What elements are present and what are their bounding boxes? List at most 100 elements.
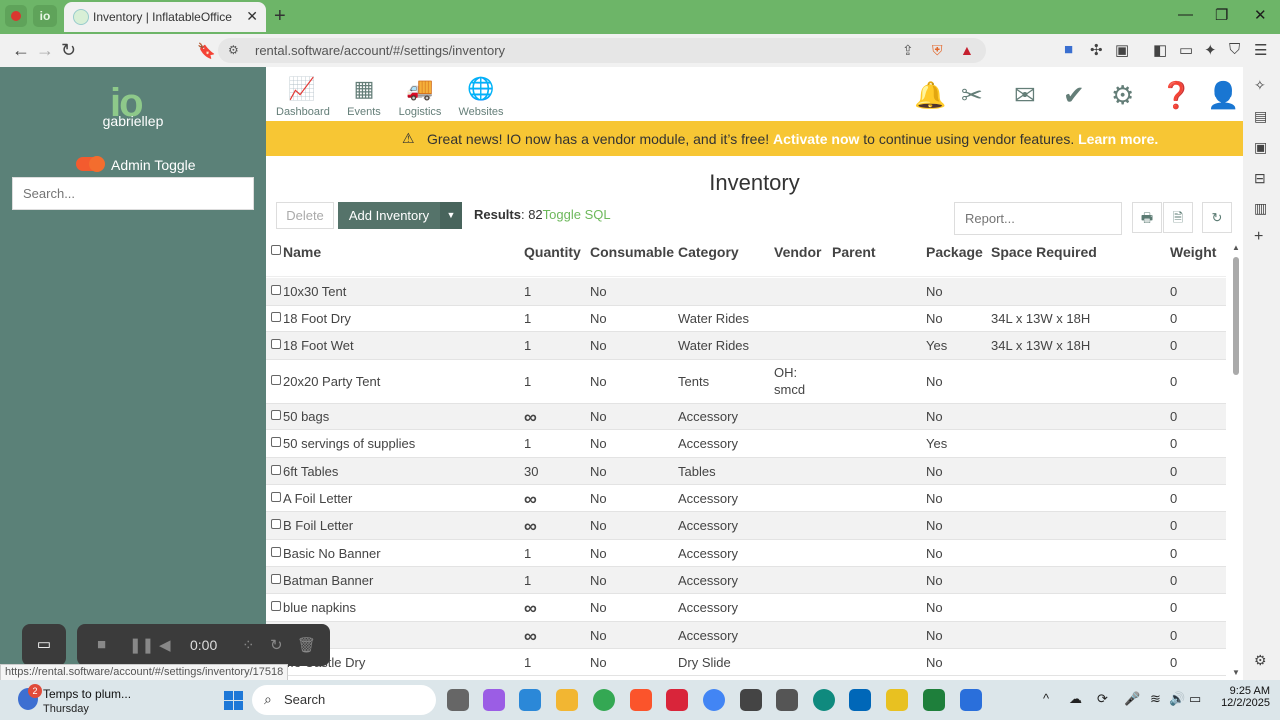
col-parent[interactable]: Parent bbox=[832, 244, 876, 260]
col-package[interactable]: Package bbox=[926, 244, 983, 260]
cell-name[interactable]: blue napkins bbox=[283, 600, 356, 615]
tasks-check-icon[interactable]: ✔ bbox=[1063, 80, 1085, 111]
add-inventory-dropdown-icon[interactable]: ▼ bbox=[440, 202, 462, 229]
wifi-icon[interactable]: ≋ bbox=[1150, 691, 1161, 707]
table-row[interactable]: B Foil Letter ∞ No Accessory No 0 bbox=[266, 512, 1226, 540]
col-quantity[interactable]: Quantity bbox=[524, 244, 581, 260]
col-weight[interactable]: Weight bbox=[1170, 244, 1216, 260]
notifications-bell-icon[interactable]: 🔔 bbox=[914, 80, 946, 111]
cell-name[interactable]: 6ft Tables bbox=[283, 464, 338, 479]
row-checkbox[interactable] bbox=[271, 437, 281, 447]
rewind-icon[interactable]: ◀ bbox=[159, 636, 171, 654]
copilot-icon[interactable] bbox=[483, 689, 505, 711]
mail-icon[interactable]: ✉ bbox=[1014, 80, 1036, 111]
col-space-required[interactable]: Space Required bbox=[991, 244, 1097, 260]
scroll-up-icon[interactable]: ▲ bbox=[1232, 243, 1240, 252]
sidebar-toggle-icon[interactable]: ◧ bbox=[1153, 41, 1167, 59]
reload-icon[interactable]: ↻ bbox=[61, 40, 76, 61]
report-input[interactable] bbox=[954, 202, 1122, 235]
wallet-icon[interactable]: ▭ bbox=[1179, 41, 1193, 59]
wallet-panel-icon[interactable]: ▣ bbox=[1254, 139, 1267, 156]
snipping-icon[interactable] bbox=[740, 689, 762, 711]
add-inventory-button[interactable]: Add Inventory bbox=[338, 202, 440, 229]
restart-icon[interactable]: ↻ bbox=[270, 636, 283, 654]
nav-dashboard[interactable]: 📈 Dashboard bbox=[276, 77, 330, 119]
cell-name[interactable]: 20x20 Party Tent bbox=[283, 374, 380, 389]
bookmark-icon[interactable]: 🔖 bbox=[197, 42, 216, 60]
table-row[interactable]: Batman Banner 1 No Accessory No 0 bbox=[266, 567, 1226, 594]
table-row[interactable]: 6ft Tables 30 No Tables No 0 bbox=[266, 458, 1226, 485]
history-panel-icon[interactable]: ▥ bbox=[1254, 200, 1267, 217]
cell-name[interactable]: Basic No Banner bbox=[283, 546, 381, 561]
row-checkbox[interactable] bbox=[271, 285, 281, 295]
sidebar-search-input[interactable] bbox=[12, 177, 254, 210]
back-icon[interactable]: ← bbox=[12, 40, 30, 61]
edge-icon[interactable] bbox=[813, 689, 835, 711]
col-category[interactable]: Category bbox=[678, 244, 739, 260]
chrome-profile-icon[interactable] bbox=[703, 689, 725, 711]
cell-name[interactable]: A Foil Letter bbox=[283, 491, 352, 506]
table-row[interactable]: blue napkins ∞ No Accessory No 0 bbox=[266, 594, 1226, 622]
task-view-icon[interactable] bbox=[447, 689, 469, 711]
todo-icon[interactable] bbox=[960, 689, 982, 711]
nav-logistics[interactable]: 🚚 Logistics bbox=[397, 77, 443, 119]
row-checkbox[interactable] bbox=[271, 375, 281, 385]
sticky-notes-icon[interactable] bbox=[886, 689, 908, 711]
taskbar-search[interactable]: ⌕ Search bbox=[252, 685, 436, 715]
scroll-down-icon[interactable]: ▼ bbox=[1232, 668, 1240, 677]
close-tab-icon[interactable]: ✕ bbox=[246, 8, 258, 25]
trash-icon[interactable]: 🗑 bbox=[297, 636, 316, 654]
sync-icon[interactable]: ⟳ bbox=[1097, 691, 1108, 707]
stop-icon[interactable]: ■ bbox=[97, 636, 106, 653]
share-icon[interactable]: ⇪ bbox=[902, 42, 914, 59]
site-info-icon[interactable]: ⚙ bbox=[228, 43, 239, 57]
select-all-checkbox[interactable] bbox=[271, 245, 281, 255]
grid-icon[interactable]: ⁘ bbox=[242, 636, 255, 654]
toggle-sql-link[interactable]: Toggle SQL bbox=[543, 207, 611, 222]
refresh-button[interactable]: ↻ bbox=[1202, 202, 1232, 233]
forward-icon[interactable]: → bbox=[36, 40, 54, 61]
sidebar-settings-icon[interactable]: ⚙ bbox=[1254, 652, 1267, 669]
menu-icon[interactable]: ☰ bbox=[1254, 41, 1267, 59]
delete-button[interactable]: Delete bbox=[276, 202, 334, 229]
add-panel-icon[interactable]: + bbox=[1254, 228, 1263, 246]
io-tab-button[interactable]: io bbox=[33, 5, 57, 27]
leo-ai-icon[interactable]: ✧ bbox=[1254, 77, 1266, 94]
admin-toggle-switch[interactable] bbox=[76, 156, 105, 172]
table-row[interactable]: 20x20 Party Tent 1 No Tents No 0 OH: smcd bbox=[266, 360, 1226, 404]
cell-name[interactable]: 50 servings of supplies bbox=[283, 436, 415, 451]
table-row[interactable]: 50 servings of supplies 1 No Accessory Yes 0 bbox=[266, 430, 1226, 458]
table-row[interactable]: 50 bags ∞ No Accessory No 0 bbox=[266, 404, 1226, 430]
table-row[interactable]: ...ry∞NoAccessoryNo0 bbox=[266, 622, 1226, 649]
table-row[interactable]: 10x30 Tent 1 No No 0 bbox=[266, 278, 1226, 306]
col-consumable[interactable]: Consumable bbox=[590, 244, 674, 260]
row-checkbox[interactable] bbox=[271, 547, 281, 557]
cell-name[interactable]: Batman Banner bbox=[283, 573, 373, 588]
extension-icon[interactable]: ■ bbox=[1064, 41, 1073, 58]
cell-name[interactable]: B Foil Letter bbox=[283, 518, 353, 533]
store-icon[interactable] bbox=[519, 689, 541, 711]
brave-icon[interactable] bbox=[630, 689, 652, 711]
microphone-icon[interactable]: 🎤 bbox=[1124, 691, 1140, 707]
file-explorer-icon[interactable] bbox=[556, 689, 578, 711]
volume-icon[interactable]: 🔊 bbox=[1169, 691, 1185, 707]
help-icon[interactable]: ❓ bbox=[1160, 80, 1192, 111]
sheets-icon[interactable] bbox=[923, 689, 945, 711]
nav-websites[interactable]: 🌐 Websites bbox=[458, 77, 504, 119]
settings-gear-icon[interactable]: ⚙ bbox=[1111, 80, 1134, 111]
print-button[interactable]: 🖶 bbox=[1132, 202, 1162, 233]
row-checkbox[interactable] bbox=[271, 339, 281, 349]
col-name[interactable]: Name bbox=[283, 244, 321, 260]
tray-chevron-icon[interactable]: ^ bbox=[1043, 691, 1049, 706]
row-checkbox[interactable] bbox=[271, 312, 281, 322]
onedrive-icon[interactable]: ☁ bbox=[1069, 691, 1082, 707]
maximize-icon[interactable]: ❐ bbox=[1215, 6, 1228, 24]
active-tab[interactable]: Inventory | InflatableOffice ✕ bbox=[64, 2, 266, 32]
user-profile-icon[interactable]: 👤 bbox=[1207, 80, 1239, 111]
row-checkbox[interactable] bbox=[271, 601, 281, 611]
brave-shields-icon[interactable]: ⛨ bbox=[932, 42, 943, 59]
row-checkbox[interactable] bbox=[271, 519, 281, 529]
vpn-icon[interactable]: ⛉ bbox=[1229, 41, 1240, 58]
export-button[interactable]: 🗎 bbox=[1163, 202, 1193, 233]
scroll-thumb[interactable] bbox=[1233, 257, 1239, 375]
